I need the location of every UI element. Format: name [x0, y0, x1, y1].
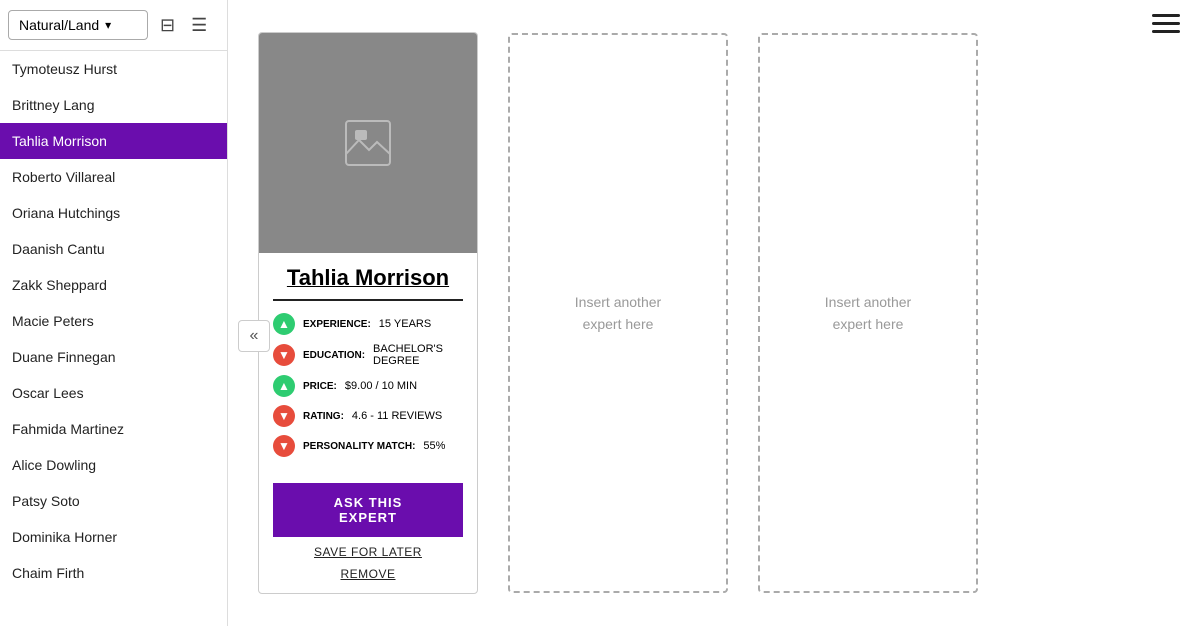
expert-list-item[interactable]: Fahmida Martinez	[0, 411, 227, 447]
expert-list-item[interactable]: Dominika Horner	[0, 519, 227, 555]
down-arrow-icon: ▼	[273, 435, 295, 457]
placeholder-card-2[interactable]: Insert anotherexpert here	[758, 33, 978, 593]
placeholder-card-1[interactable]: Insert anotherexpert here	[508, 33, 728, 593]
stat-label: EDUCATION:	[303, 350, 365, 361]
card-image	[259, 33, 477, 253]
stat-value: 4.6 - 11 REVIEWS	[352, 410, 442, 422]
filter-label: Natural/Land	[19, 17, 99, 33]
stat-label: EXPERIENCE:	[303, 319, 371, 330]
stat-label: PERSONALITY MATCH:	[303, 441, 415, 452]
expert-list-item[interactable]: Daanish Cantu	[0, 231, 227, 267]
main-content: Tahlia Morrison ▲ EXPERIENCE: 15 YEARS ▼ EDU…	[228, 0, 1200, 626]
image-placeholder-icon	[343, 118, 393, 168]
expert-list: Tymoteusz HurstBrittney LangTahlia Morri…	[0, 51, 227, 626]
expert-list-item[interactable]: Patsy Soto	[0, 483, 227, 519]
stat-label: PRICE:	[303, 381, 337, 392]
expert-list-item[interactable]: Chaim Firth	[0, 555, 227, 591]
expert-list-item[interactable]: Tahlia Morrison	[0, 123, 227, 159]
stat-row: ▼ EDUCATION: BACHELOR'S DEGREE	[273, 343, 463, 367]
save-for-later-button[interactable]: SAVE FOR LATER	[314, 545, 422, 559]
down-arrow-icon: ▼	[273, 344, 295, 366]
sidebar: Natural/Land ▾ ⊟ ☰ Tymoteusz HurstBrittn…	[0, 0, 228, 626]
stat-row: ▼ RATING: 4.6 - 11 REVIEWS	[273, 405, 463, 427]
stat-value: BACHELOR'S DEGREE	[373, 343, 463, 367]
placeholder-text-2: Insert anotherexpert here	[825, 291, 911, 336]
expert-list-item[interactable]: Oscar Lees	[0, 375, 227, 411]
expert-list-item[interactable]: Zakk Sheppard	[0, 267, 227, 303]
expert-list-item[interactable]: Alice Dowling	[0, 447, 227, 483]
expert-list-item[interactable]: Tymoteusz Hurst	[0, 51, 227, 87]
sort-icon[interactable]: ☰	[187, 11, 211, 40]
card-stats: ▲ EXPERIENCE: 15 YEARS ▼ EDUCATION: BACHELOR'…	[273, 313, 463, 457]
stat-row: ▲ EXPERIENCE: 15 YEARS	[273, 313, 463, 335]
filter-dropdown[interactable]: Natural/Land ▾	[8, 10, 148, 40]
expert-list-item[interactable]: Oriana Hutchings	[0, 195, 227, 231]
chevron-down-icon: ▾	[105, 18, 111, 32]
expert-list-item[interactable]: Macie Peters	[0, 303, 227, 339]
down-arrow-icon: ▼	[273, 405, 295, 427]
up-arrow-icon: ▲	[273, 375, 295, 397]
ask-expert-button[interactable]: ASK THIS EXPERT	[273, 483, 463, 537]
placeholder-text-1: Insert anotherexpert here	[575, 291, 661, 336]
stat-value: $9.00 / 10 MIN	[345, 380, 417, 392]
card-body: Tahlia Morrison ▲ EXPERIENCE: 15 YEARS ▼ EDU…	[259, 253, 477, 593]
stat-label: RATING:	[303, 411, 344, 422]
stat-row: ▲ PRICE: $9.00 / 10 MIN	[273, 375, 463, 397]
sidebar-header: Natural/Land ▾ ⊟ ☰	[0, 0, 227, 51]
expert-name: Tahlia Morrison	[273, 265, 463, 301]
up-arrow-icon: ▲	[273, 313, 295, 335]
expert-card: Tahlia Morrison ▲ EXPERIENCE: 15 YEARS ▼ EDU…	[258, 32, 478, 594]
stat-row: ▼ PERSONALITY MATCH: 55%	[273, 435, 463, 457]
stat-value: 15 YEARS	[379, 318, 431, 330]
stat-value: 55%	[423, 440, 445, 452]
expert-list-item[interactable]: Duane Finnegan	[0, 339, 227, 375]
chevron-left-icon: «	[250, 327, 259, 345]
filter-icon[interactable]: ⊟	[156, 11, 179, 40]
collapse-sidebar-button[interactable]: «	[238, 320, 270, 352]
card-actions: ASK THIS EXPERT SAVE FOR LATER REMOVE	[273, 473, 463, 581]
expert-list-item[interactable]: Roberto Villareal	[0, 159, 227, 195]
expert-list-item[interactable]: Brittney Lang	[0, 87, 227, 123]
remove-button[interactable]: REMOVE	[340, 567, 395, 581]
